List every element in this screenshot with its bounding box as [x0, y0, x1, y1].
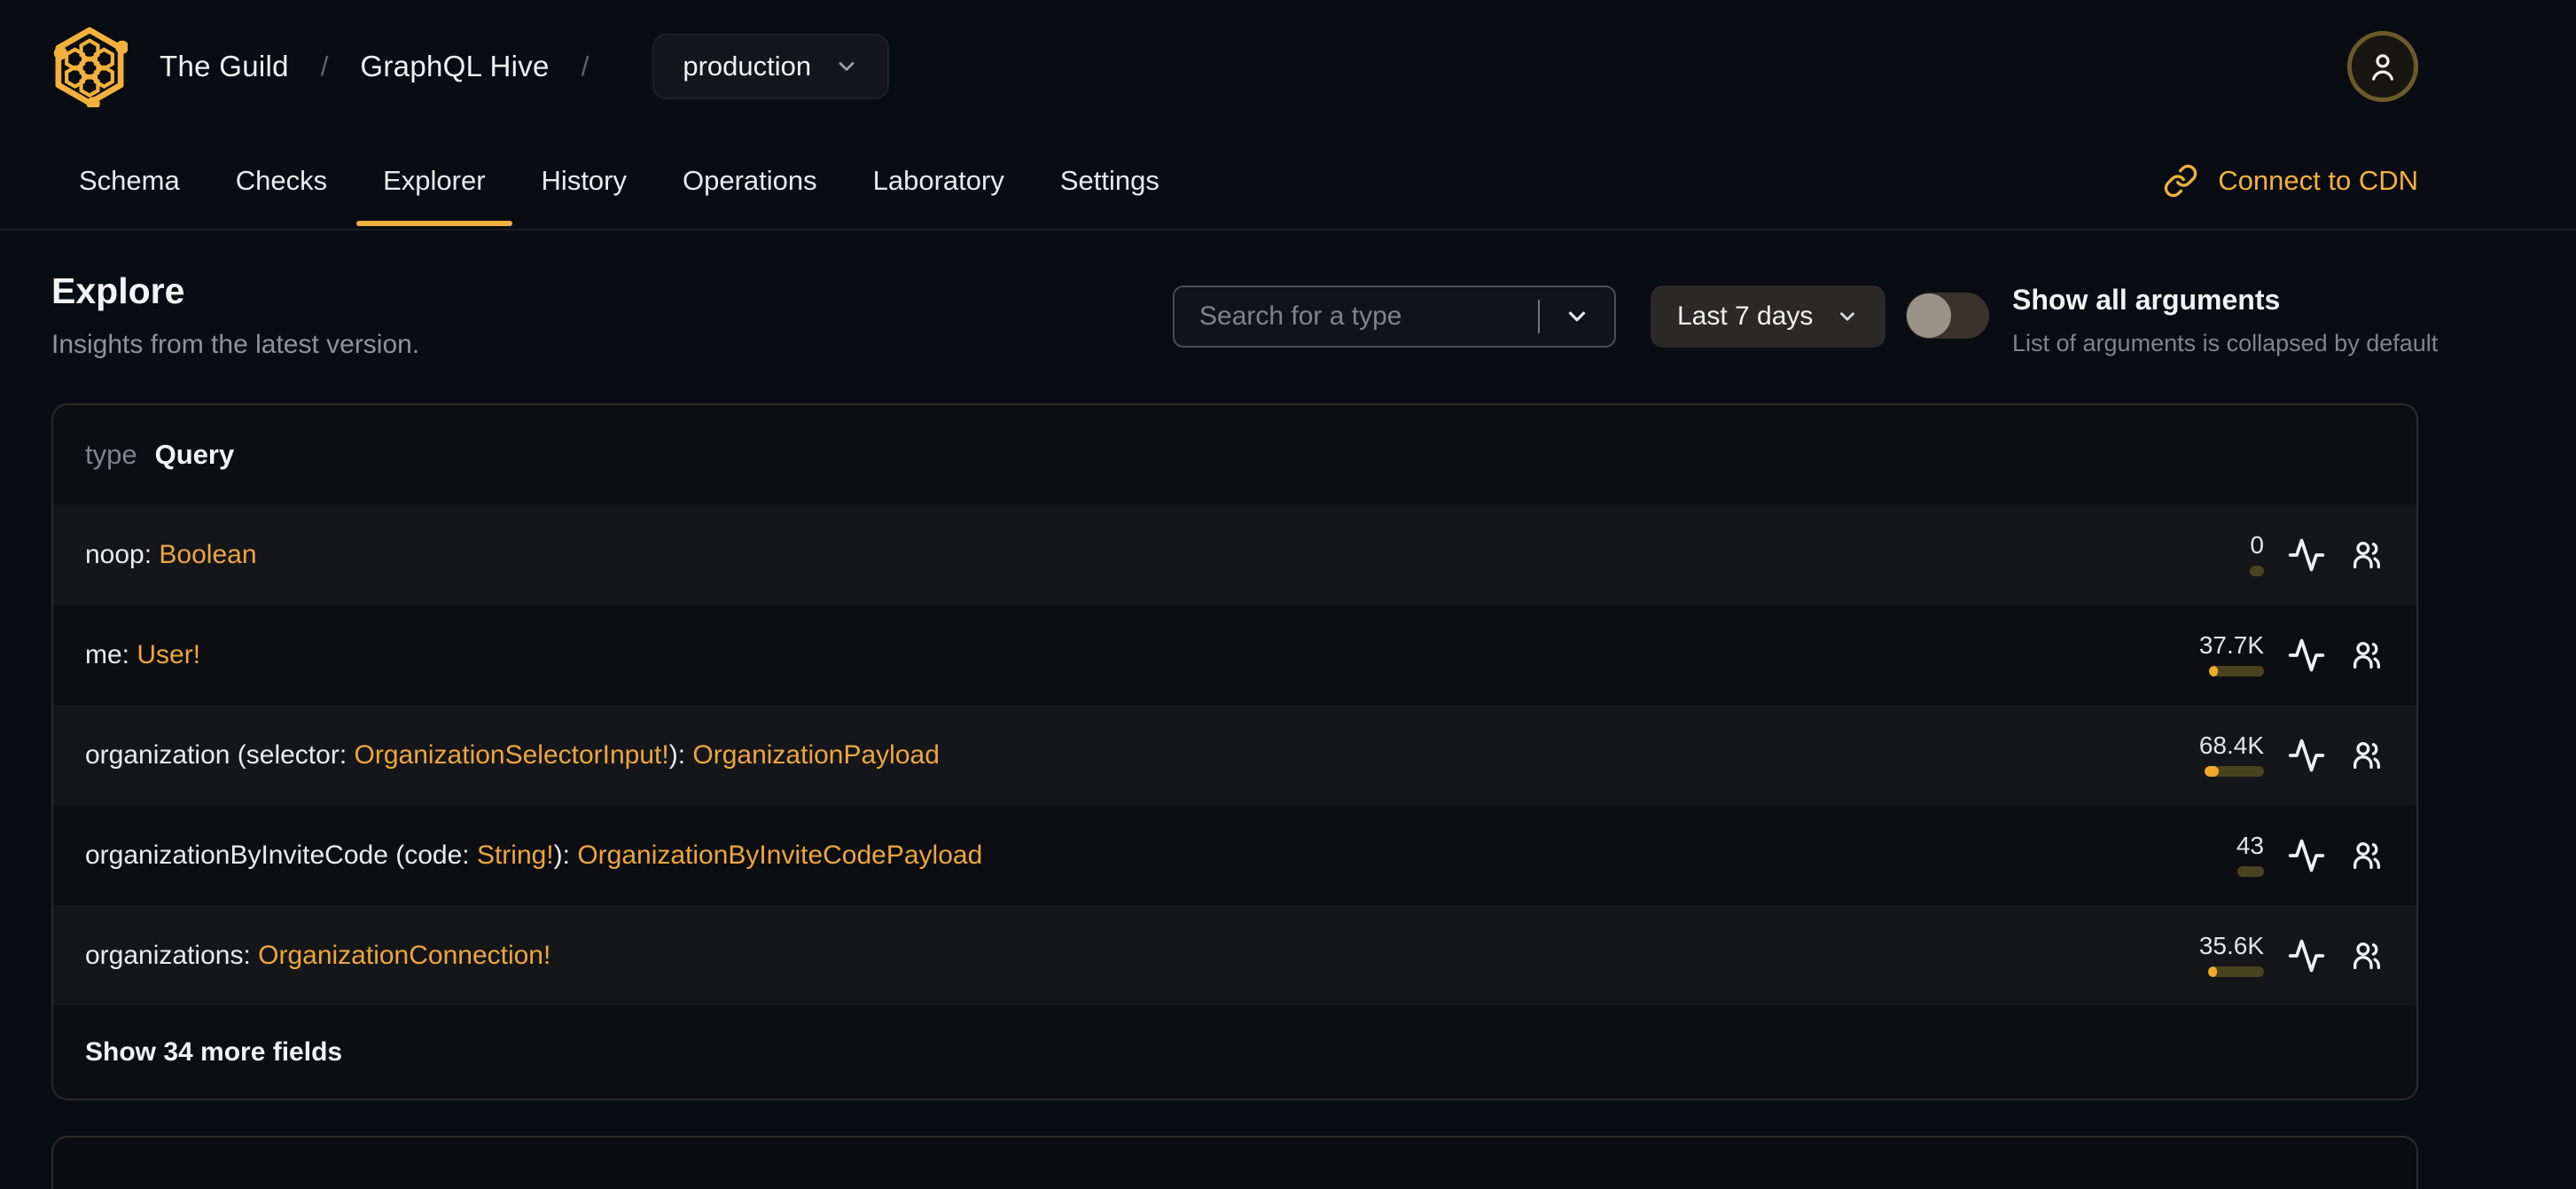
usage-bar: [2205, 766, 2264, 777]
tabs-bar: Schema Checks Explorer History Operations Lab…: [0, 133, 2576, 231]
field-metrics: 37.7K: [2122, 633, 2385, 677]
usage-count-block: 43: [2122, 833, 2264, 877]
tab-schema[interactable]: Schema: [79, 133, 180, 229]
field-metrics: 35.6K: [2122, 934, 2385, 977]
type-card: type Query noop: Boolean 0 me: User! 37.…: [51, 403, 2418, 1100]
usage-bar: [2208, 966, 2264, 977]
usage-count-block: 0: [2122, 533, 2264, 576]
breadcrumb-project[interactable]: GraphQL Hive: [360, 50, 549, 83]
field-metrics: 0: [2122, 533, 2385, 576]
toggle-knob: [1907, 293, 1951, 338]
link-icon: [2163, 163, 2198, 199]
field-metrics: 43: [2122, 833, 2385, 877]
type-kind-label: type: [85, 439, 137, 470]
field-row-me[interactable]: me: User! 37.7K: [53, 605, 2416, 705]
activity-icon[interactable]: [2287, 636, 2326, 675]
period-select-value: Last 7 days: [1677, 301, 1814, 331]
users-icon[interactable]: [2349, 838, 2385, 873]
user-icon: [2365, 49, 2400, 84]
avatar[interactable]: [2347, 31, 2418, 102]
next-type-card-peek: [51, 1136, 2418, 1189]
breadcrumb-org[interactable]: The Guild: [160, 50, 289, 83]
usage-count: 37.7K: [2198, 631, 2264, 659]
usage-count: 68.4K: [2198, 731, 2264, 759]
usage-bar-fill: [2209, 666, 2218, 677]
usage-count: 43: [2236, 832, 2264, 859]
usage-count: 35.6K: [2198, 932, 2264, 959]
search-input[interactable]: [1175, 301, 1538, 332]
type-name[interactable]: Query: [155, 439, 235, 471]
breadcrumb: The Guild / GraphQL Hive /: [160, 50, 621, 83]
tab-settings[interactable]: Settings: [1060, 133, 1159, 229]
breadcrumb-separator: /: [320, 51, 329, 82]
activity-icon[interactable]: [2287, 536, 2326, 575]
usage-count-block: 35.6K: [2122, 934, 2264, 977]
activity-icon[interactable]: [2287, 836, 2326, 875]
field-signature: me: User!: [85, 639, 201, 669]
show-more-fields-button[interactable]: Show 34 more fields: [53, 1005, 2416, 1099]
hive-logo-icon: [51, 26, 128, 107]
field-signature: organizationByInviteCode (code: String!)…: [85, 840, 983, 870]
field-row-organization[interactable]: organization (selector: OrganizationSele…: [53, 705, 2416, 805]
field-signature: organizations: OrganizationConnection!: [85, 940, 551, 970]
connect-to-cdn-label: Connect to CDN: [2218, 165, 2418, 196]
users-icon[interactable]: [2349, 537, 2385, 573]
field-rows: noop: Boolean 0 me: User! 37.7K organiza…: [53, 505, 2416, 1005]
tab-explorer[interactable]: Explorer: [355, 133, 513, 229]
usage-count-block: 37.7K: [2122, 633, 2264, 677]
field-metrics: 68.4K: [2122, 733, 2385, 777]
usage-bar: [2237, 866, 2264, 877]
connect-to-cdn-link[interactable]: Connect to CDN: [2163, 133, 2418, 229]
activity-icon[interactable]: [2287, 736, 2326, 775]
page-subtitle: Insights from the latest version.: [51, 330, 420, 359]
period-select-button[interactable]: Last 7 days: [1651, 286, 1886, 348]
field-signature: organization (selector: OrganizationSele…: [85, 739, 940, 770]
usage-count-block: 68.4K: [2122, 733, 2264, 777]
chevron-down-icon[interactable]: [1540, 303, 1614, 330]
usage-bar: [2209, 666, 2264, 677]
chevron-down-icon: [834, 54, 859, 79]
target-selector-value: production: [683, 51, 812, 82]
type-card-header: type Query: [53, 405, 2416, 505]
breadcrumb-separator: /: [581, 51, 589, 82]
toggle-label: Show all arguments: [2012, 284, 2281, 316]
target-selector-button[interactable]: production: [652, 34, 890, 99]
users-icon[interactable]: [2349, 938, 2385, 974]
tab-laboratory[interactable]: Laboratory: [873, 133, 1004, 229]
activity-icon[interactable]: [2287, 936, 2326, 975]
usage-bar: [2250, 566, 2264, 576]
users-icon[interactable]: [2349, 638, 2385, 673]
usage-bar-fill: [2208, 966, 2217, 977]
field-signature: noop: Boolean: [85, 539, 257, 569]
field-row-organizations[interactable]: organizations: OrganizationConnection! 3…: [53, 905, 2416, 1005]
usage-bar-fill: [2205, 766, 2219, 777]
page-title: Explore: [51, 270, 185, 311]
field-row-noop[interactable]: noop: Boolean 0: [53, 505, 2416, 605]
type-search-combobox: [1173, 286, 1616, 348]
tab-history[interactable]: History: [542, 133, 627, 229]
usage-count: 0: [2250, 531, 2264, 559]
tab-checks[interactable]: Checks: [236, 133, 327, 229]
topbar: The Guild / GraphQL Hive / production: [51, 7, 2418, 126]
users-icon[interactable]: [2349, 738, 2385, 773]
show-all-arguments-toggle[interactable]: [1906, 293, 1989, 339]
toggle-description: List of arguments is collapsed by defaul…: [2012, 330, 2439, 356]
chevron-down-icon: [1836, 305, 1859, 328]
field-row-organizationByInviteCode[interactable]: organizationByInviteCode (code: String!)…: [53, 805, 2416, 905]
tab-operations[interactable]: Operations: [683, 133, 817, 229]
tabs: Schema Checks Explorer History Operations Lab…: [79, 133, 1159, 229]
